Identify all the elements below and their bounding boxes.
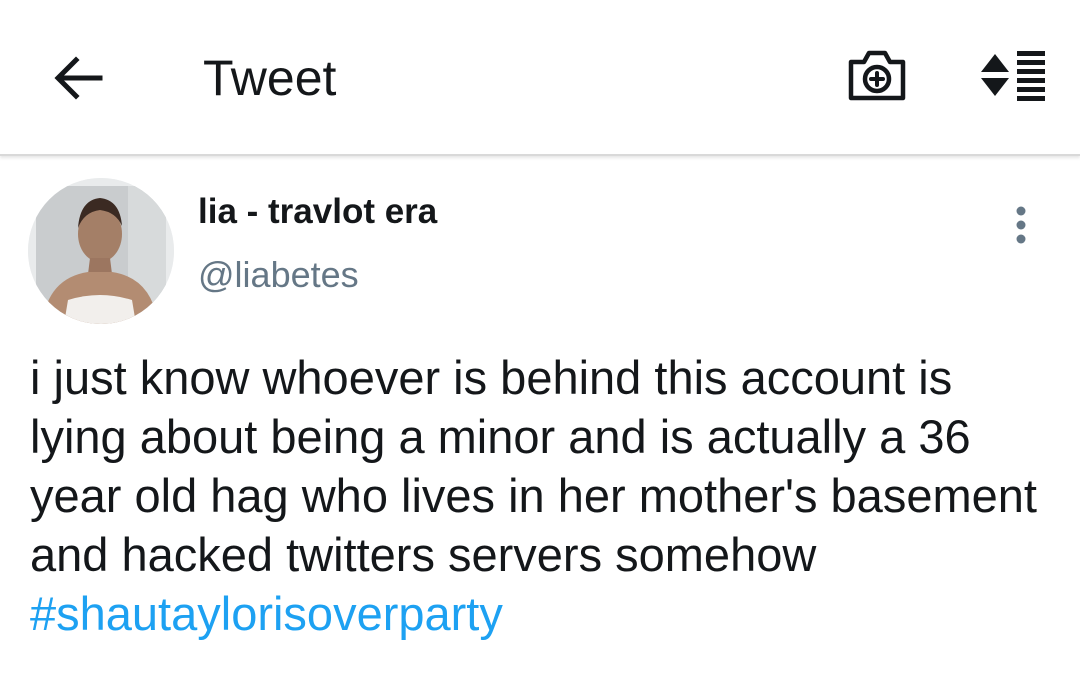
tweet: lia - travlot era @liabetes i just know … <box>0 156 1080 677</box>
tweet-text: i just know whoever is behind this accou… <box>30 348 1060 643</box>
more-options-button[interactable] <box>996 200 1046 250</box>
avatar[interactable] <box>28 178 174 324</box>
author-display-name[interactable]: lia - travlot era <box>198 192 437 232</box>
back-button[interactable] <box>40 40 116 116</box>
tweet-body-text: i just know whoever is behind this accou… <box>30 351 1037 581</box>
camera-plus-icon <box>848 50 906 101</box>
sort-button[interactable] <box>972 42 1052 108</box>
page-title: Tweet <box>203 50 337 106</box>
hashtag-link[interactable]: #shautaylorisoverparty <box>30 587 503 640</box>
more-vertical-icon <box>1016 206 1026 244</box>
author-handle[interactable]: @liabetes <box>198 254 359 296</box>
app-bar: Tweet <box>0 0 1080 156</box>
avatar-photo <box>28 178 174 324</box>
sort-list-icon <box>981 51 1045 101</box>
camera-button[interactable] <box>842 42 912 108</box>
back-arrow-icon <box>54 56 103 100</box>
